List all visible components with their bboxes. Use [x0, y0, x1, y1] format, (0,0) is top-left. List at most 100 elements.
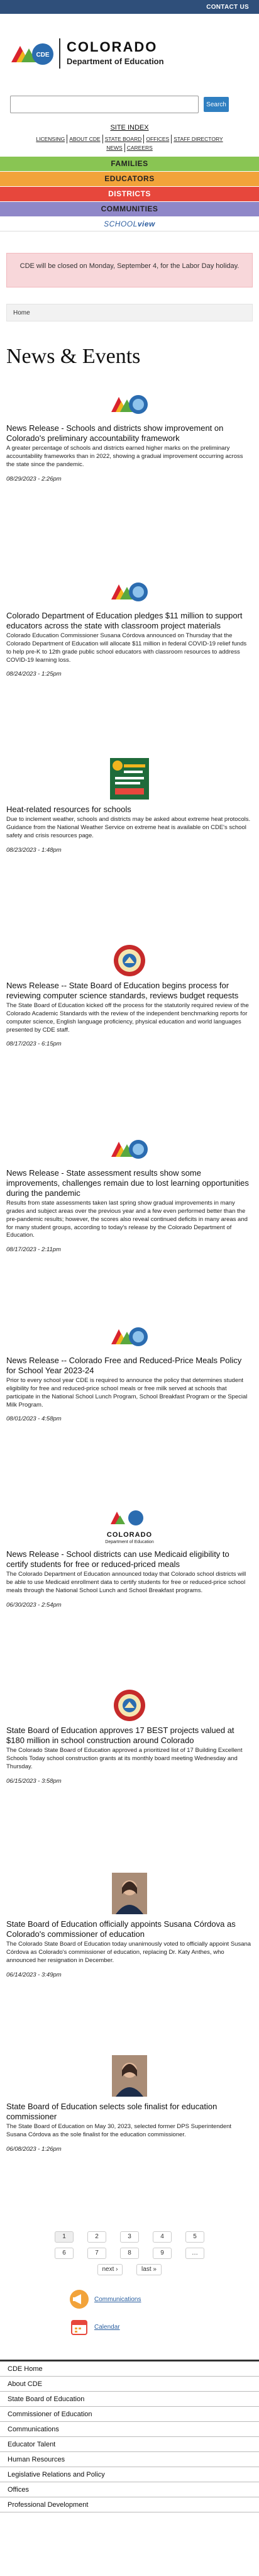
search-button[interactable]: Search — [204, 97, 229, 112]
main-nav: FAMILIES EDUCATORS DISTRICTS COMMUNITIES… — [0, 156, 259, 232]
licensing-link[interactable]: LICENSING — [34, 135, 68, 144]
news-item-title[interactable]: Heat-related resources for schools — [6, 805, 253, 815]
footer-nav-item[interactable]: Legislative Relations and Policy — [0, 2467, 259, 2483]
utility-links-row2: NEWS CAREERS — [0, 143, 259, 153]
news-item: Colorado Department of Education pledges… — [0, 574, 259, 745]
communications-link[interactable]: Communications — [69, 2285, 259, 2313]
news-item-description: Prior to every school year CDE is requir… — [6, 1377, 248, 1408]
page-6-button[interactable]: 6 — [55, 2248, 74, 2260]
nav-districts[interactable]: DISTRICTS — [0, 186, 259, 202]
news-item: News Release - Schools and districts sho… — [0, 387, 259, 558]
state-seal-icon[interactable] — [109, 944, 150, 977]
page-8-button[interactable]: 8 — [120, 2248, 139, 2260]
news-item-date: 06/30/2023 - 2:54pm — [6, 1601, 62, 1609]
news-item-description: Colorado Education Commissioner Susana C… — [6, 632, 247, 664]
portrait-photo-icon[interactable] — [109, 2054, 150, 2098]
page-title: News & Events — [6, 345, 141, 369]
news-item: News Release - State assessment results … — [0, 1132, 259, 1303]
news-item-date: 08/23/2023 - 1:48pm — [6, 846, 62, 854]
colorado-flag-logo-icon[interactable] — [109, 574, 150, 607]
nav-families[interactable]: FAMILIES — [0, 156, 259, 172]
pagination: 1 2 3 4 5 6 7 8 9 … next › last » — [0, 2231, 259, 2276]
svg-text:CDE: CDE — [36, 52, 49, 59]
page-7-button[interactable]: 7 — [87, 2248, 106, 2260]
news-item-title[interactable]: News Release - State assessment results … — [6, 1168, 253, 1198]
footer-nav-item[interactable]: CDE Home — [0, 2361, 259, 2377]
news-item-date: 08/17/2023 - 6:15pm — [6, 1040, 62, 1048]
nav-educators[interactable]: EDUCATORS — [0, 171, 259, 187]
cde-wordmark-icon[interactable]: COLORADO Department of Education — [92, 1502, 167, 1546]
calendar-link[interactable]: Calendar — [69, 2313, 259, 2341]
closure-alert: CDE will be closed on Monday, September … — [6, 253, 253, 288]
news-item-title[interactable]: State Board of Education officially appo… — [6, 1919, 253, 1939]
footer-nav-item[interactable]: Human Resources — [0, 2452, 259, 2468]
nav-schoolview[interactable]: SCHOOL view — [0, 216, 259, 232]
utility-links-row1: LICENSING ABOUT CDE STATE BOARD OFFICES … — [0, 135, 259, 144]
news-item: News Release -- Colorado Free and Reduce… — [0, 1319, 259, 1490]
site-title: COLORADO — [67, 38, 158, 55]
news-item-title[interactable]: State Board of Education selects sole fi… — [6, 2102, 253, 2122]
heat-safety-poster-icon[interactable] — [109, 757, 150, 801]
news-item-date: 08/29/2023 - 2:26pm — [6, 475, 62, 482]
news-item-title[interactable]: News Release - Schools and districts sho… — [6, 423, 253, 443]
footer-nav-item[interactable]: State Board of Education — [0, 2392, 259, 2407]
pagination-row1: 1 2 3 4 5 — [0, 2231, 259, 2243]
utility-links: SITE INDEX LICENSING ABOUT CDE STATE BOA… — [0, 118, 259, 153]
schoolview-prefix: SCHOOL — [104, 219, 138, 228]
careers-link[interactable]: CAREERS — [125, 143, 155, 152]
news-item-title[interactable]: News Release -- State Board of Education… — [6, 981, 253, 1001]
side-links: Communications Calendar — [0, 2285, 259, 2341]
site-logo[interactable]: CDE COLORADO Department of Education — [0, 14, 259, 77]
footer-nav-item[interactable]: About CDE — [0, 2377, 259, 2392]
offices-link[interactable]: OFFICES — [144, 135, 172, 144]
communications-label: Communications — [94, 2295, 141, 2303]
news-item-date: 06/08/2023 - 1:26pm — [6, 2145, 62, 2153]
footer-nav-item[interactable]: Communications — [0, 2422, 259, 2438]
news-item-title[interactable]: News Release - School districts can use … — [6, 1549, 253, 1570]
colorado-logo-icon: CDE — [10, 37, 54, 70]
page-9-button[interactable]: 9 — [153, 2248, 172, 2260]
page-1-button[interactable]: 1 — [55, 2231, 74, 2243]
news-item-title[interactable]: State Board of Education approves 17 BES… — [6, 1726, 253, 1746]
news-link[interactable]: NEWS — [104, 143, 125, 153]
page-2-button[interactable]: 2 — [87, 2231, 106, 2243]
news-item-description: The Colorado State Board of Education to… — [6, 1941, 251, 1964]
news-item: State Board of Education approves 17 BES… — [0, 1689, 259, 1860]
page-ellipsis: … — [185, 2248, 204, 2260]
breadcrumb-home-link[interactable]: Home — [13, 309, 30, 317]
footer-nav-item[interactable]: Professional Development — [0, 2497, 259, 2513]
page-4-button[interactable]: 4 — [153, 2231, 172, 2243]
news-item-date: 08/24/2023 - 1:25pm — [6, 671, 62, 678]
page-3-button[interactable]: 3 — [120, 2231, 139, 2243]
news-item-description: The Colorado Department of Education ann… — [6, 1571, 246, 1594]
calendar-icon — [71, 2320, 87, 2336]
communications-icon — [70, 2290, 89, 2309]
calendar-label: Calendar — [94, 2323, 120, 2331]
next-page-button[interactable]: next › — [97, 2264, 123, 2276]
news-item-title[interactable]: Colorado Department of Education pledges… — [6, 611, 253, 631]
breadcrumb: Home — [6, 304, 253, 322]
state-board-link[interactable]: STATE BOARD — [103, 135, 145, 144]
top-bar: CONTACT US — [0, 0, 259, 14]
colorado-flag-logo-icon[interactable] — [109, 387, 150, 420]
nav-communities[interactable]: COMMUNITIES — [0, 201, 259, 217]
colorado-flag-logo-icon[interactable] — [109, 1319, 150, 1352]
about-cde-link[interactable]: ABOUT CDE — [67, 135, 103, 144]
last-page-button[interactable]: last » — [136, 2264, 162, 2276]
staff-directory-link[interactable]: STAFF DIRECTORY — [172, 135, 224, 143]
state-seal-icon[interactable] — [109, 1689, 150, 1722]
footer-nav-item[interactable]: Commissioner of Education — [0, 2407, 259, 2423]
site-index-link[interactable]: SITE INDEX — [110, 123, 148, 132]
news-item-date: 06/14/2023 - 3:49pm — [6, 1971, 62, 1978]
news-item-date: 08/01/2023 - 4:58pm — [6, 1415, 62, 1423]
news-item: COLORADO Department of Education News Rele… — [0, 1502, 259, 1673]
contact-us-link[interactable]: CONTACT US — [206, 3, 249, 11]
portrait-photo-icon[interactable] — [109, 1871, 150, 1915]
footer-nav-item[interactable]: Offices — [0, 2482, 259, 2498]
search-input[interactable] — [10, 96, 199, 113]
news-item-title[interactable]: News Release -- Colorado Free and Reduce… — [6, 1356, 253, 1376]
colorado-flag-logo-icon[interactable] — [109, 1132, 150, 1164]
news-item: Heat-related resources for schools Due to… — [0, 757, 259, 928]
footer-nav-item[interactable]: Educator Talent — [0, 2437, 259, 2453]
page-5-button[interactable]: 5 — [185, 2231, 204, 2243]
